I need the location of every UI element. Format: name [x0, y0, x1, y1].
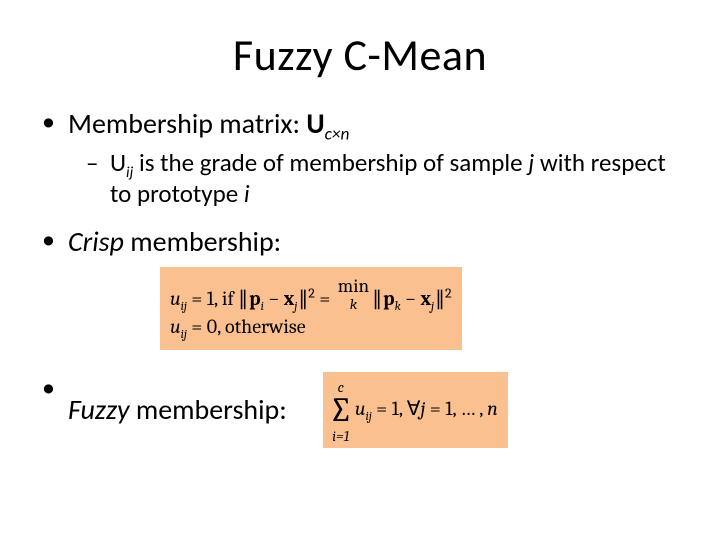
summation: c ∑ i=1 [329, 376, 353, 445]
bullet-list-2: Fuzzy membership: c ∑ i=1 uij = 1, ∀j = … [40, 372, 680, 449]
sum-lower: i=1 [332, 428, 349, 445]
fuzzy-equation-box: c ∑ i=1 uij = 1, ∀j = 1, … , n [323, 372, 508, 449]
bullet-list: Membership matrix: Uc×n Uij is the grade… [40, 106, 680, 259]
matrix-symbol: U [306, 106, 324, 141]
crisp-emph: Crisp [68, 224, 124, 259]
fuzzy-tail: membership: [130, 392, 287, 427]
crisp-eq-line-1: uij = 1, if pi − xj2 = minkpk − xj2 [170, 277, 452, 311]
norm2: pk − xj [372, 287, 445, 310]
sub-bullet-list: Uij is the grade of membership of sample… [86, 147, 680, 210]
min-top: min [338, 275, 369, 297]
eq-equals: = [315, 287, 335, 310]
text-prefix: Membership matrix: [68, 106, 306, 141]
x-j: x [284, 287, 295, 310]
min-over-k: mink [338, 277, 369, 311]
fuzzy-emph: Fuzzy [68, 392, 130, 427]
matrix-subscript: c×n [325, 123, 350, 145]
fuzzy-eq1: = 1, ∀ [372, 397, 421, 420]
page-title: Fuzzy C-Mean [40, 28, 680, 82]
fuzzy-tail2: = 1, … , [425, 397, 487, 420]
p-k: p [383, 287, 394, 310]
crisp-eq-line-2: uij = 0, otherwise [170, 315, 452, 338]
fuzzy-label: Fuzzy membership: [68, 392, 287, 427]
sub-text-1: is the grade of membership of sample [133, 147, 528, 178]
bullet-crisp: Crisp membership: [40, 224, 680, 259]
minus2: − [401, 287, 421, 310]
slide: Fuzzy C-Mean Membership matrix: Uc×n Uij… [0, 0, 720, 540]
sq1: 2 [308, 284, 315, 301]
bullet-membership-matrix: Membership matrix: Uc×n Uij is the grade… [40, 106, 680, 210]
sigma-icon: ∑ [329, 390, 353, 430]
u-symbol: U [110, 147, 126, 178]
eq-u: u [170, 287, 181, 310]
x-j-sub: j [294, 300, 297, 314]
fuzzy-u: u [355, 397, 366, 420]
eq-otherwise: = 0, otherwise [187, 315, 306, 338]
min-bot: k [350, 295, 357, 313]
x-j2: x [421, 287, 432, 310]
i-symbol: i [244, 178, 250, 209]
eq-assign-if: = 1, if [187, 287, 238, 310]
p-i: p [249, 287, 260, 310]
crisp-equation-box: uij = 1, if pi − xj2 = minkpk − xj2 uij … [160, 267, 462, 350]
sub-bullet-uij: Uij is the grade of membership of sample… [86, 147, 680, 210]
bullet-fuzzy: Fuzzy membership: c ∑ i=1 uij = 1, ∀j = … [40, 372, 680, 449]
fuzzy-n: n [487, 397, 498, 420]
crisp-tail: membership: [124, 224, 281, 259]
x-j2-sub: j [431, 300, 434, 314]
sq2: 2 [445, 284, 452, 301]
eq-u2: u [170, 315, 181, 338]
minus1: − [264, 287, 284, 310]
norm1: pi − xj [238, 287, 308, 310]
